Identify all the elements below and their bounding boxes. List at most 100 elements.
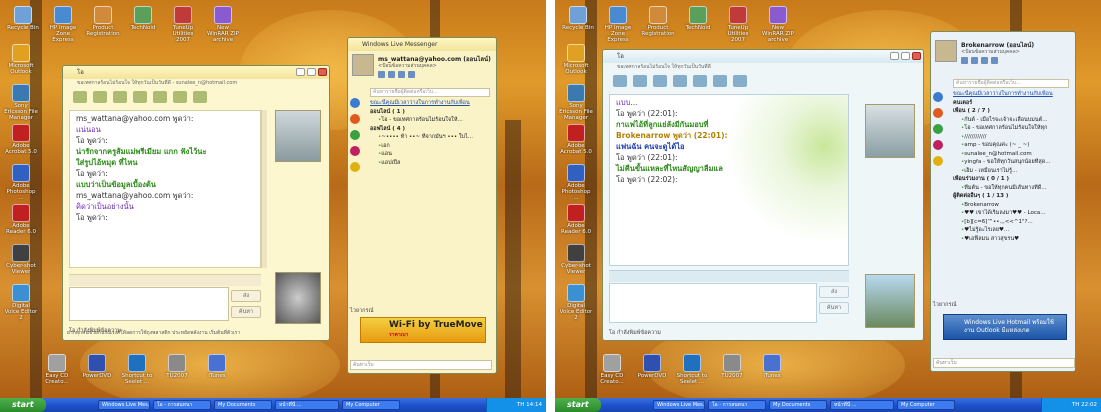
taskbar-task[interactable]: หน้าที่นี่ ...	[830, 400, 894, 410]
contact-item[interactable]: แอน	[370, 150, 496, 159]
send-button[interactable]: ส่ง	[231, 290, 261, 302]
close-icon[interactable]	[318, 68, 327, 76]
desktop-shortcut[interactable]: Easy CD Creato...	[595, 354, 629, 385]
desktop-shortcut[interactable]: HP Image Zone Express	[46, 6, 80, 43]
edit-icon[interactable]	[408, 71, 415, 78]
minimize-icon[interactable]	[890, 52, 899, 60]
contact-group[interactable]: ออฟไลน์ ( 4 )	[370, 125, 496, 134]
messenger-window[interactable]: Brokenarrow (ออนไลน์) <ป้อนข้อความส่วนบุ…	[930, 31, 1076, 372]
taskbar-task[interactable]: My Computer	[897, 400, 955, 410]
desktop-shortcut[interactable]: TechNoid	[681, 6, 715, 31]
contact-item[interactable]: Brokenarrow	[953, 201, 1075, 210]
msn-today-icon[interactable]	[350, 114, 360, 124]
taskbar-task[interactable]: Windows Live Mes...	[98, 400, 150, 410]
contact-item[interactable]: เอ็ม - เหมือนเราไม่รู้...	[953, 167, 1075, 176]
msn-today-icon[interactable]	[933, 108, 943, 118]
conversation-window[interactable]: โอ ขอเทศกาลร้อนไม่ร้อนใจ ให้ทุกวันเป็นวั…	[62, 65, 330, 341]
block-icon[interactable]	[733, 75, 747, 87]
contact-item[interactable]: amp - ขอบคุณค่ะ (~ _ ~)	[953, 141, 1075, 150]
desktop-shortcut[interactable]: TuneUp Utilities 2007	[166, 6, 200, 43]
contact-item[interactable]: ♥เอฟีลมน สาวสุขรน♥	[953, 235, 1075, 244]
desktop-shortcut[interactable]: TuneUp Utilities 2007	[721, 6, 755, 43]
desktop-shortcut[interactable]: New WinRAR ZIP archive	[761, 6, 795, 43]
desktop-shortcut[interactable]: iTunes	[755, 354, 789, 379]
share-files-icon[interactable]	[633, 75, 647, 87]
contact-group[interactable]: ออนไลน์ ( 1 )	[370, 108, 496, 117]
video-call-icon[interactable]	[653, 75, 667, 87]
mail-icon[interactable]	[961, 57, 968, 64]
promo-link[interactable]: ขณะนี้คุณมีเวลาว่างในการทำงานกับเพื่อน	[370, 99, 496, 108]
send-button[interactable]: ส่ง	[819, 286, 849, 298]
desktop-shortcut[interactable]: Adobe Acrobat 5.0	[4, 124, 38, 155]
desktop-shortcut[interactable]: New WinRAR ZIP archive	[206, 6, 240, 43]
promo-link[interactable]: ขณะนี้คุณมีเวลาว่างในการทำงานกับเพื่อน	[953, 90, 1075, 99]
start-button[interactable]: start	[0, 398, 46, 412]
block-icon[interactable]	[193, 91, 207, 103]
desktop-shortcut[interactable]: Sony Ericsson File Manager	[559, 84, 593, 121]
desktop-shortcut[interactable]: Product Registration	[641, 6, 675, 37]
taskbar-task[interactable]: My Computer	[342, 400, 400, 410]
messenger-window[interactable]: Windows Live Messenger ms_wattana@yahoo.…	[347, 37, 497, 374]
contact-item[interactable]: ทีมต้น - ขอให้ทุกคนมีเส้นทางที่ดี...	[953, 184, 1075, 193]
contact-item[interactable]: ♥♥ เขาได้เริ่มลงมา♥♥ - Loca...	[953, 209, 1075, 218]
desktop-shortcut[interactable]: Adobe Photoshop ...	[559, 164, 593, 201]
call-icon[interactable]	[673, 75, 687, 87]
contact-item[interactable]: [b][c=6]™••.,,<<^1"?...	[953, 218, 1075, 227]
desktop-shortcut[interactable]: Adobe Photoshop ...	[4, 164, 38, 201]
taskbar-task[interactable]: โอ - การสนทนา	[153, 400, 211, 410]
desktop-shortcut[interactable]: Product Registration	[86, 6, 120, 37]
windows-live-icon[interactable]	[933, 124, 943, 134]
news-icon[interactable]	[398, 71, 405, 78]
conversation-history[interactable]: แบบ... โอ พูดว่า (22:01): กาแฟไอ้ที่ลูกแย่…	[609, 94, 849, 266]
spaces-icon[interactable]	[388, 71, 395, 78]
maximize-icon[interactable]	[307, 68, 316, 76]
desktop-shortcut[interactable]: Microsoft Outlook	[4, 44, 38, 75]
desktop-shortcut[interactable]: Adobe Reader 6.0	[559, 204, 593, 235]
conversation-window[interactable]: โอ ขอเทศกาลร้อนไม่ร้อนใจ ให้ทุกวันเป็นวั…	[602, 49, 924, 341]
desktop-shortcut[interactable]: Shortcut to Seelet ...	[675, 354, 709, 385]
contact-group[interactable]: เพื่อนร่วมงาน ( 0 / 1 )	[953, 175, 1075, 184]
desktop-shortcut[interactable]: Cyber-shot Viewer	[4, 244, 38, 275]
web-search[interactable]: ค้นหาเว็บ	[350, 360, 492, 370]
taskbar-task[interactable]: โอ - การสนทนา	[708, 400, 766, 410]
contact-item[interactable]: sunalee_n@hotmail.com	[953, 150, 1075, 159]
taskbar-task[interactable]: My Documents	[769, 400, 827, 410]
desktop-shortcut[interactable]: Sony Ericsson File Manager	[4, 84, 38, 121]
maximize-icon[interactable]	[901, 52, 910, 60]
desktop-shortcut[interactable]: Shortcut to Seelet ...	[120, 354, 154, 385]
music-icon[interactable]	[350, 146, 360, 156]
contact-group[interactable]: ผู้ติดต่ออื่นๆ ( 1 / 13 )	[953, 192, 1075, 201]
contact-item[interactable]: โอ - ขอเทศกาลร้อนไม่ร้อนใจให้...	[370, 116, 496, 125]
invite-icon[interactable]	[613, 75, 627, 87]
formatting-toolbar[interactable]	[609, 270, 849, 282]
contact-search[interactable]: ค้นหารายชื่อผู้ติดต่อหรือเว็บ...	[370, 88, 490, 97]
contact-item[interactable]: ~•••• ท้า ••~ ที่จากมันฯ ••• ใบไ...	[370, 133, 496, 142]
message-input[interactable]	[69, 287, 229, 321]
music-icon[interactable]	[933, 140, 943, 150]
desktop-shortcut[interactable]: TechNoid	[126, 6, 160, 31]
windows-live-icon[interactable]	[350, 130, 360, 140]
desktop-shortcut[interactable]: Recycle Bin	[6, 6, 40, 31]
system-clock[interactable]: TH 14:14	[486, 398, 546, 412]
activities-icon[interactable]	[153, 91, 167, 103]
contacts-tab-icon[interactable]	[933, 92, 943, 102]
desktop-shortcut[interactable]: Microsoft Outlook	[559, 44, 593, 75]
contacts-tab-icon[interactable]	[350, 98, 360, 108]
my-display-picture[interactable]	[275, 272, 321, 324]
contact-item[interactable]: โอ - ขอเทศกาลร้อนไม่ร้อนใจให้ทุก	[953, 124, 1075, 133]
edit-icon[interactable]	[991, 57, 998, 64]
contact-display-picture[interactable]	[275, 110, 321, 162]
games-icon[interactable]	[713, 75, 727, 87]
web-search[interactable]: ค้นหาเว็บ	[933, 358, 1075, 368]
search-button[interactable]: ค้นหา	[819, 302, 849, 314]
contact-item[interactable]: ♥ไม่รู้อะไรเลย♥...	[953, 226, 1075, 235]
desktop-shortcut[interactable]: iTunes	[200, 354, 234, 379]
tabs-label[interactable]: ไวยากรณ์	[933, 300, 957, 310]
message-input[interactable]	[609, 283, 817, 323]
desktop-shortcut[interactable]: TU2007	[160, 354, 194, 379]
conversation-scrollbar[interactable]	[261, 110, 267, 268]
contact-item[interactable]: เอก	[370, 142, 496, 151]
desktop-shortcut[interactable]: Recycle Bin	[561, 6, 595, 31]
advertisement[interactable]: Wi-Fi by TrueMove ราคาเบา	[360, 317, 486, 343]
search-button[interactable]: ค้นหา	[231, 306, 261, 318]
